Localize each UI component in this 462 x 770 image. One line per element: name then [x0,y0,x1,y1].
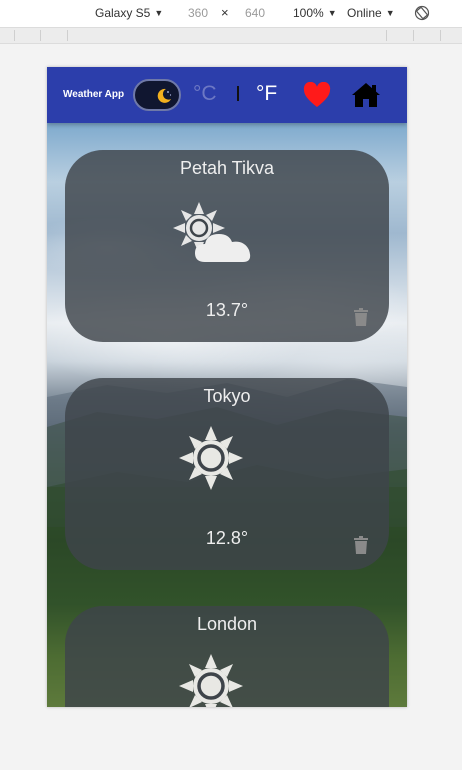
ruler-tick [14,30,15,41]
ruler-tick [413,30,414,41]
app-brand[interactable]: Weather App [63,89,124,100]
trash-icon[interactable] [353,308,369,326]
card-city: Petah Tikva [179,158,275,178]
trash-icon[interactable] [353,536,369,554]
viewport-height-input[interactable]: 640 [245,6,265,20]
card-temperature: 12.8° [205,528,249,548]
media-query-ruler[interactable] [0,27,462,44]
celsius-button[interactable]: °C [193,82,217,106]
chevron-down-icon: ▼ [385,8,395,18]
device-toolbar: Galaxy S5 ▼ 360 × 640 100% ▼ Online ▼ [0,0,462,27]
sun-icon [179,654,243,707]
partly-cloudy-icon [173,202,251,262]
viewport-width-input[interactable]: 360 [188,6,208,20]
sun-icon [179,426,243,490]
ruler-tick [67,30,68,41]
zoom-select-label: 100% [293,6,324,20]
ruler-tick [40,30,41,41]
home-icon[interactable] [351,81,381,109]
unit-divider [237,86,239,101]
network-throttle-select[interactable]: Online ▼ [347,6,395,20]
ruler-tick [440,30,441,41]
chevron-down-icon: ▼ [327,8,337,18]
zoom-select[interactable]: 100% ▼ [293,6,337,20]
weather-card[interactable]: Petah Tikva 13.7° [65,150,389,342]
heart-icon[interactable] [303,82,331,108]
fahrenheit-button[interactable]: °F [256,82,277,106]
weather-card[interactable]: Tokyo 12.8° [65,378,389,570]
chevron-down-icon: ▼ [154,8,164,18]
device-select-label: Galaxy S5 [95,6,151,20]
network-select-label: Online [347,6,382,20]
dark-mode-toggle[interactable] [133,79,181,111]
weather-card[interactable]: London [65,606,389,707]
device-viewport: Weather App °C °F Petah Tikva 13.7° Toky… [47,67,407,707]
app-header: Weather App °C °F [47,67,407,123]
card-city: London [196,614,258,634]
rotate-icon[interactable] [414,5,430,21]
card-temperature: 13.7° [205,300,249,320]
ruler-tick [386,30,387,41]
device-select[interactable]: Galaxy S5 ▼ [95,6,163,20]
dimension-separator: × [221,5,229,20]
moon-icon [157,88,172,103]
card-city: Tokyo [203,386,251,406]
